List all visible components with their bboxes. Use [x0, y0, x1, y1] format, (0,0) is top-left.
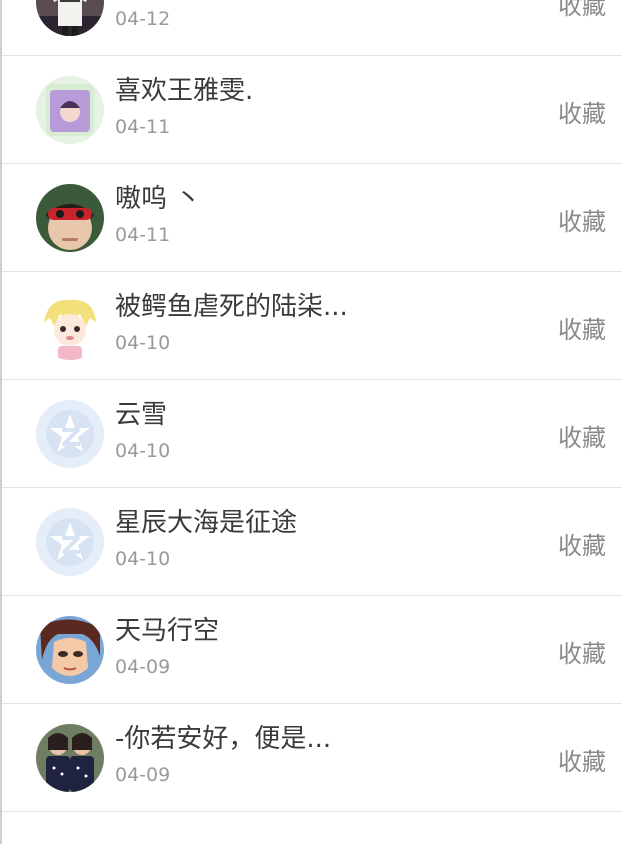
list-item[interactable]: 嗷呜 丶 04-11 收藏	[2, 164, 622, 272]
cartoon-girl-icon	[36, 292, 104, 360]
contact-list: 3. 04-12 收藏 喜欢王雅雯. 04-11 收藏	[2, 0, 640, 812]
contact-name: 喜欢王雅雯.	[115, 76, 254, 106]
list-item[interactable]: 被鳄鱼虐死的陆柒... 04-10 收藏	[2, 272, 622, 380]
avatar	[36, 724, 104, 792]
contact-name: 天马行空	[115, 616, 220, 646]
contact-date: 04-09	[115, 764, 171, 786]
contact-name: 星辰大海是征途	[115, 508, 298, 538]
avatar	[36, 292, 104, 360]
contact-name: 嗷呜 丶	[115, 184, 202, 214]
contact-name: 被鳄鱼虐死的陆柒...	[115, 292, 348, 322]
anime-face-icon	[36, 616, 104, 684]
purple-cup-icon	[36, 76, 104, 144]
list-item[interactable]: 星辰大海是征途 04-10 收藏	[2, 488, 622, 596]
contact-date: 04-09	[115, 656, 171, 678]
list-item[interactable]: 云雪 04-10 收藏	[2, 380, 622, 488]
contact-date: 04-12	[115, 8, 171, 30]
avatar	[36, 508, 104, 576]
favorite-button[interactable]: 收藏	[558, 418, 606, 453]
favorite-button[interactable]: 收藏	[558, 634, 606, 669]
contact-name: -你若安好，便是...	[115, 724, 332, 754]
favorite-button[interactable]: 收藏	[558, 526, 606, 561]
contact-date: 04-10	[115, 332, 171, 354]
list-item[interactable]: 喜欢王雅雯. 04-11 收藏	[2, 56, 622, 164]
favorite-button[interactable]: 收藏	[558, 742, 606, 777]
favorite-button[interactable]: 收藏	[558, 94, 606, 129]
avatar	[36, 76, 104, 144]
contact-date: 04-10	[115, 440, 171, 462]
favorite-button[interactable]: 收藏	[558, 310, 606, 345]
list-item[interactable]: 天马行空 04-09 收藏	[2, 596, 622, 704]
shirt-photo-icon	[36, 0, 104, 36]
contact-name: 云雪	[115, 400, 168, 430]
list-item[interactable]: 3. 04-12 收藏	[2, 0, 622, 56]
contact-date: 04-11	[115, 224, 171, 246]
avatar	[36, 184, 104, 252]
boy-red-mask-icon	[36, 184, 104, 252]
avatar	[36, 0, 104, 36]
list-item[interactable]: -你若安好，便是... 04-09 收藏	[2, 704, 622, 812]
avatar	[36, 400, 104, 468]
favorite-button[interactable]: 收藏	[558, 0, 606, 21]
contact-date: 04-10	[115, 548, 171, 570]
contact-date: 04-11	[115, 116, 171, 138]
default-qq-star-icon	[36, 400, 104, 468]
group-photo-icon	[36, 724, 104, 792]
favorite-button[interactable]: 收藏	[558, 202, 606, 237]
contact-list-screen: 3. 04-12 收藏 喜欢王雅雯. 04-11 收藏	[0, 0, 640, 844]
avatar	[36, 616, 104, 684]
default-qq-star-icon	[36, 508, 104, 576]
